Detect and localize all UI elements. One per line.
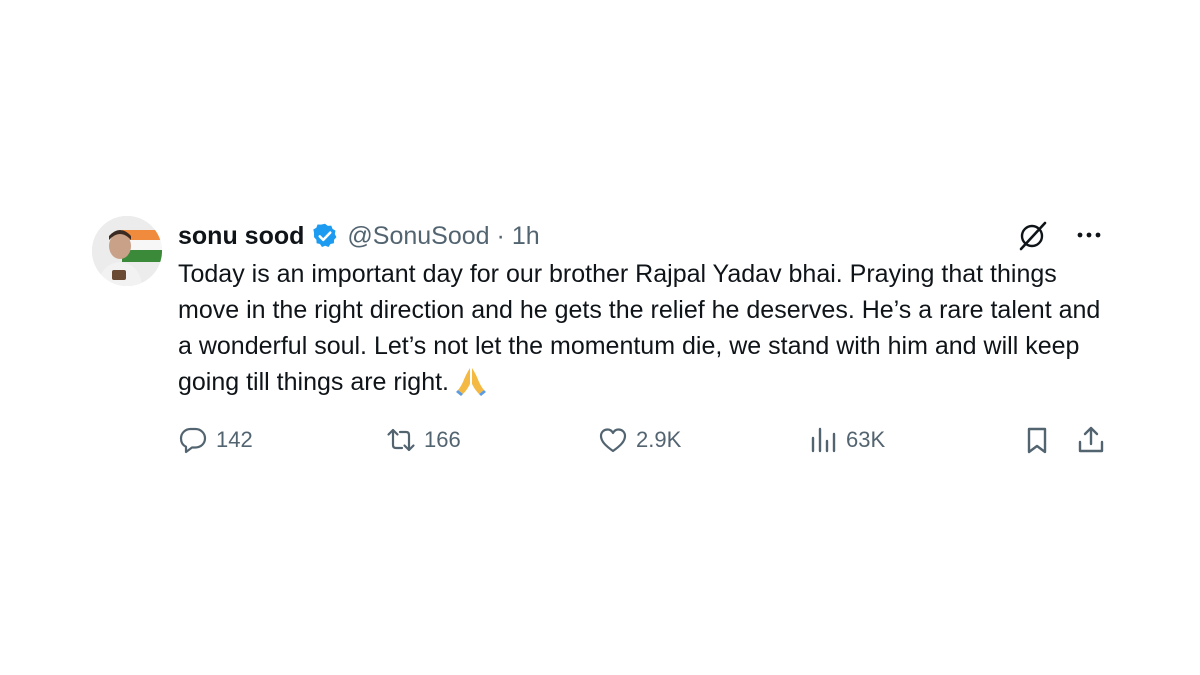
tweet-header: sonu sood @SonuSood · 1h — [178, 218, 540, 254]
share-icon — [1078, 426, 1104, 453]
grok-icon[interactable] — [1016, 218, 1050, 252]
tweet-body: Today is an important day for our brothe… — [178, 260, 1101, 396]
like-button[interactable]: 2.9K — [598, 422, 681, 458]
timestamp[interactable]: 1h — [512, 222, 540, 251]
bookmark-icon — [1027, 427, 1047, 454]
tweet-text: Today is an important day for our brothe… — [178, 256, 1108, 400]
avatar[interactable] — [92, 216, 162, 286]
reply-button[interactable]: 142 — [178, 422, 253, 458]
view-count: 63K — [846, 427, 886, 452]
tweet-top-actions — [1016, 218, 1106, 252]
repost-icon — [387, 428, 415, 452]
views-icon — [811, 427, 836, 453]
share-button[interactable] — [1076, 422, 1106, 458]
verified-badge-icon — [311, 222, 339, 250]
display-name[interactable]: sonu sood — [178, 222, 304, 251]
heart-icon — [599, 428, 627, 453]
repost-count: 166 — [424, 427, 461, 452]
like-count: 2.9K — [636, 427, 682, 452]
views-button[interactable]: 63K — [808, 422, 885, 458]
separator-dot: · — [496, 221, 505, 250]
reply-count: 142 — [216, 427, 253, 452]
repost-button[interactable]: 166 — [386, 422, 461, 458]
more-icon[interactable] — [1072, 218, 1106, 252]
bookmark-button[interactable] — [1022, 422, 1052, 458]
handle[interactable]: @SonuSood — [347, 222, 489, 251]
tweet-card[interactable]: sonu sood @SonuSood · 1h Today is an imp — [90, 212, 1120, 472]
folded-hands-icon — [455, 366, 487, 396]
reply-icon — [179, 427, 207, 454]
tweet-actions: 142 166 2.9K 63K — [178, 422, 1108, 458]
